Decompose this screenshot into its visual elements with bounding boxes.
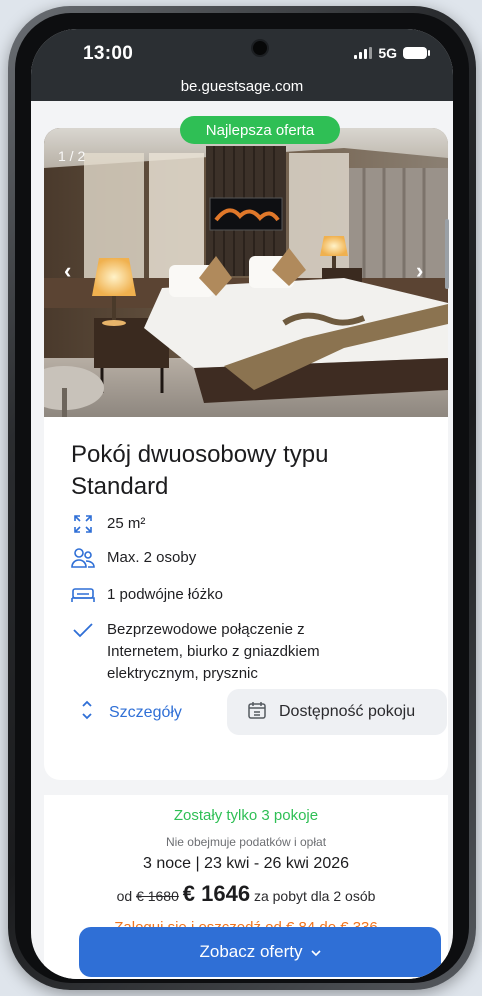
new-price: € 1646 bbox=[182, 881, 251, 906]
see-offers-button[interactable]: Zobacz oferty bbox=[79, 927, 441, 977]
tax-note: Nie obejmuje podatków i opłat bbox=[165, 835, 327, 849]
feature-capacity: Max. 2 osoby bbox=[71, 547, 196, 569]
next-photo-icon[interactable]: › bbox=[416, 258, 423, 284]
address-bar-url[interactable]: be.guestsage.com bbox=[31, 78, 453, 95]
phone-frame: 13:00 5G be.guestsage.com 1 / 2 ‹ › Najl… bbox=[8, 6, 476, 990]
details-label: Szczegóły bbox=[109, 703, 182, 721]
price-prefix: od bbox=[116, 888, 133, 904]
hotel-room-image bbox=[44, 128, 448, 417]
see-offers-label: Zobacz oferty bbox=[199, 942, 303, 961]
status-time: 13:00 bbox=[83, 43, 134, 64]
feature-text: Max. 2 osoby bbox=[107, 549, 197, 566]
details-toggle[interactable]: Szczegóły bbox=[81, 699, 182, 726]
prev-photo-icon[interactable]: ‹ bbox=[64, 258, 71, 284]
price-suffix: za pobyt dla 2 osób bbox=[253, 888, 376, 904]
phone-screen: 13:00 5G be.guestsage.com 1 / 2 ‹ › Najl… bbox=[31, 29, 453, 979]
network-label: 5G bbox=[378, 45, 397, 61]
rooms-left-text: Zostały tylko 3 pokoje bbox=[173, 807, 319, 824]
status-icons: 5G bbox=[354, 45, 430, 61]
chevron-up-down-icon bbox=[81, 699, 93, 726]
feature-text: 1 podwójne łóżko bbox=[107, 586, 223, 603]
availability-button[interactable]: Dostępność pokoju bbox=[227, 689, 447, 735]
front-camera bbox=[251, 39, 269, 57]
check-icon bbox=[71, 619, 95, 641]
feature-text: Bezprzewodowe połączenie z Internetem, b… bbox=[107, 621, 320, 682]
status-bar: 13:00 5G be.guestsage.com bbox=[31, 29, 453, 101]
feature-size: 25 m² bbox=[71, 513, 145, 535]
page-scrollbar[interactable] bbox=[445, 219, 449, 289]
bed-icon bbox=[71, 584, 95, 606]
best-offer-badge: Najlepsza oferta bbox=[180, 116, 340, 144]
expand-arrows-icon bbox=[71, 513, 95, 535]
chevron-down-icon bbox=[310, 942, 321, 962]
feature-text: 25 m² bbox=[107, 515, 146, 532]
calendar-icon bbox=[247, 700, 267, 725]
feature-amenities: Bezprzewodowe połączenie z Internetem, b… bbox=[71, 619, 391, 685]
stay-dates: 3 noce | 23 kwi - 26 kwi 2026 bbox=[142, 855, 350, 872]
battery-icon bbox=[403, 47, 430, 59]
signal-icon bbox=[354, 47, 373, 59]
people-icon bbox=[71, 547, 95, 569]
photo-counter: 1 / 2 bbox=[58, 148, 86, 164]
room-photo[interactable]: 1 / 2 ‹ › bbox=[44, 128, 448, 417]
old-price: € 1680 bbox=[136, 888, 179, 904]
price-line: od € 1680 € 1646 za pobyt dla 2 osób bbox=[44, 881, 448, 907]
room-title: Pokój dwuosobowy typu Standard bbox=[71, 441, 329, 500]
feature-bed: 1 podwójne łóżko bbox=[71, 584, 223, 606]
availability-label: Dostępność pokoju bbox=[279, 703, 416, 720]
